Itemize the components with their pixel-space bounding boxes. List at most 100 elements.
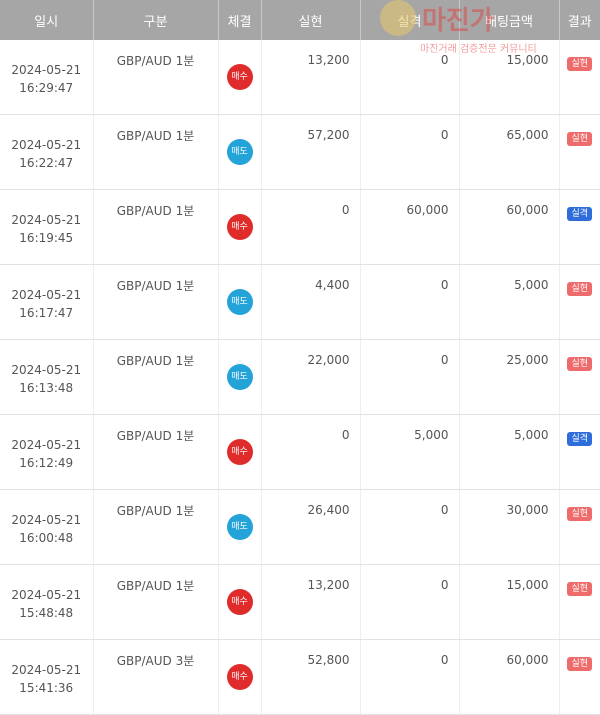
time-text: 16:13:48 [19, 380, 74, 395]
result-badge: 실현 [567, 507, 593, 521]
cell-result: 실현 [559, 114, 600, 190]
header-realized[interactable]: 실현 [261, 0, 361, 40]
cell-datetime: 2024-05-21 16:00:48 [0, 489, 94, 565]
cell-lost: 0 [360, 564, 460, 640]
cell-result: 실현 [559, 264, 600, 340]
header-bet-amount[interactable]: 배팅금액 [459, 0, 560, 40]
cell-execution: 매도 [218, 114, 262, 190]
header-lost[interactable]: 실격 [360, 0, 460, 40]
date-text: 2024-05-21 [11, 437, 82, 452]
cell-realized: 13,200 [261, 564, 361, 640]
time-text: 16:19:45 [19, 230, 74, 245]
trade-history-table: 일시 구분 체결 실현 실격 배팅금액 결과 2024-05-21 16:29:… [0, 0, 600, 715]
cell-datetime: 2024-05-21 15:48:48 [0, 564, 94, 640]
cell-category: GBP/AUD 1분 [93, 489, 219, 565]
cell-execution: 매수 [218, 414, 262, 490]
cell-category: GBP/AUD 3분 [93, 639, 219, 715]
date-text: 2024-05-21 [11, 512, 82, 527]
side-badge: 매도 [226, 514, 253, 540]
date-text: 2024-05-21 [11, 587, 82, 602]
result-badge: 실격 [567, 432, 593, 446]
cell-datetime: 2024-05-21 15:41:36 [0, 639, 94, 715]
date-text: 2024-05-21 [11, 212, 82, 227]
header-datetime[interactable]: 일시 [0, 0, 94, 40]
cell-category: GBP/AUD 1분 [93, 264, 219, 340]
cell-lost: 0 [360, 114, 460, 190]
cell-lost: 0 [360, 40, 460, 115]
cell-category: GBP/AUD 1분 [93, 339, 219, 415]
header-category[interactable]: 구분 [93, 0, 219, 40]
cell-lost: 0 [360, 264, 460, 340]
cell-bet-amount: 15,000 [459, 564, 560, 640]
table-row[interactable]: 2024-05-21 16:00:48 GBP/AUD 1분 매도 26,400… [0, 489, 600, 565]
side-badge: 매도 [226, 289, 253, 315]
cell-category: GBP/AUD 1분 [93, 414, 219, 490]
cell-result: 실현 [559, 339, 600, 415]
cell-realized: 26,400 [261, 489, 361, 565]
cell-execution: 매도 [218, 339, 262, 415]
table-row[interactable]: 2024-05-21 16:29:47 GBP/AUD 1분 매수 13,200… [0, 40, 600, 115]
cell-lost: 5,000 [360, 414, 460, 490]
time-text: 16:22:47 [19, 155, 74, 170]
cell-datetime: 2024-05-21 16:22:47 [0, 114, 94, 190]
side-badge: 매도 [226, 139, 253, 165]
cell-result: 실격 [559, 189, 600, 265]
cell-realized: 57,200 [261, 114, 361, 190]
result-badge: 실현 [567, 357, 593, 371]
cell-bet-amount: 5,000 [459, 414, 560, 490]
cell-execution: 매수 [218, 639, 262, 715]
table-row[interactable]: 2024-05-21 15:41:36 GBP/AUD 3분 매수 52,800… [0, 639, 600, 715]
result-badge: 실격 [567, 207, 593, 221]
cell-lost: 0 [360, 639, 460, 715]
side-badge: 매수 [226, 664, 253, 690]
table-row[interactable]: 2024-05-21 16:17:47 GBP/AUD 1분 매도 4,400 … [0, 264, 600, 340]
cell-category: GBP/AUD 1분 [93, 189, 219, 265]
result-badge: 실현 [567, 132, 593, 146]
date-text: 2024-05-21 [11, 287, 82, 302]
time-text: 15:41:36 [19, 680, 74, 695]
cell-bet-amount: 65,000 [459, 114, 560, 190]
cell-execution: 매수 [218, 564, 262, 640]
cell-category: GBP/AUD 1분 [93, 114, 219, 190]
cell-realized: 4,400 [261, 264, 361, 340]
date-text: 2024-05-21 [11, 62, 82, 77]
cell-result: 실현 [559, 564, 600, 640]
cell-realized: 22,000 [261, 339, 361, 415]
cell-realized: 52,800 [261, 639, 361, 715]
cell-realized: 0 [261, 189, 361, 265]
cell-bet-amount: 60,000 [459, 639, 560, 715]
table-body: 2024-05-21 16:29:47 GBP/AUD 1분 매수 13,200… [0, 40, 600, 715]
cell-bet-amount: 15,000 [459, 40, 560, 115]
table-row[interactable]: 2024-05-21 16:19:45 GBP/AUD 1분 매수 0 60,0… [0, 189, 600, 265]
cell-lost: 0 [360, 339, 460, 415]
side-badge: 매수 [226, 64, 253, 90]
table-row[interactable]: 2024-05-21 15:48:48 GBP/AUD 1분 매수 13,200… [0, 564, 600, 640]
time-text: 16:29:47 [19, 80, 74, 95]
cell-bet-amount: 25,000 [459, 339, 560, 415]
time-text: 16:17:47 [19, 305, 74, 320]
result-badge: 실현 [567, 282, 593, 296]
cell-category: GBP/AUD 1분 [93, 40, 219, 115]
cell-execution: 매수 [218, 40, 262, 115]
cell-bet-amount: 30,000 [459, 489, 560, 565]
result-badge: 실현 [567, 582, 593, 596]
cell-lost: 60,000 [360, 189, 460, 265]
cell-lost: 0 [360, 489, 460, 565]
result-badge: 실현 [567, 57, 593, 71]
cell-datetime: 2024-05-21 16:29:47 [0, 40, 94, 115]
time-text: 16:00:48 [19, 530, 74, 545]
table-header-row: 일시 구분 체결 실현 실격 배팅금액 결과 [0, 0, 600, 40]
header-result[interactable]: 결과 [559, 0, 600, 40]
header-execution[interactable]: 체결 [218, 0, 262, 40]
cell-datetime: 2024-05-21 16:13:48 [0, 339, 94, 415]
cell-bet-amount: 60,000 [459, 189, 560, 265]
table-row[interactable]: 2024-05-21 16:12:49 GBP/AUD 1분 매수 0 5,00… [0, 414, 600, 490]
side-badge: 매수 [226, 214, 253, 240]
cell-result: 실현 [559, 489, 600, 565]
table-row[interactable]: 2024-05-21 16:13:48 GBP/AUD 1분 매도 22,000… [0, 339, 600, 415]
cell-realized: 0 [261, 414, 361, 490]
cell-result: 실현 [559, 639, 600, 715]
cell-bet-amount: 5,000 [459, 264, 560, 340]
time-text: 16:12:49 [19, 455, 74, 470]
table-row[interactable]: 2024-05-21 16:22:47 GBP/AUD 1분 매도 57,200… [0, 114, 600, 190]
